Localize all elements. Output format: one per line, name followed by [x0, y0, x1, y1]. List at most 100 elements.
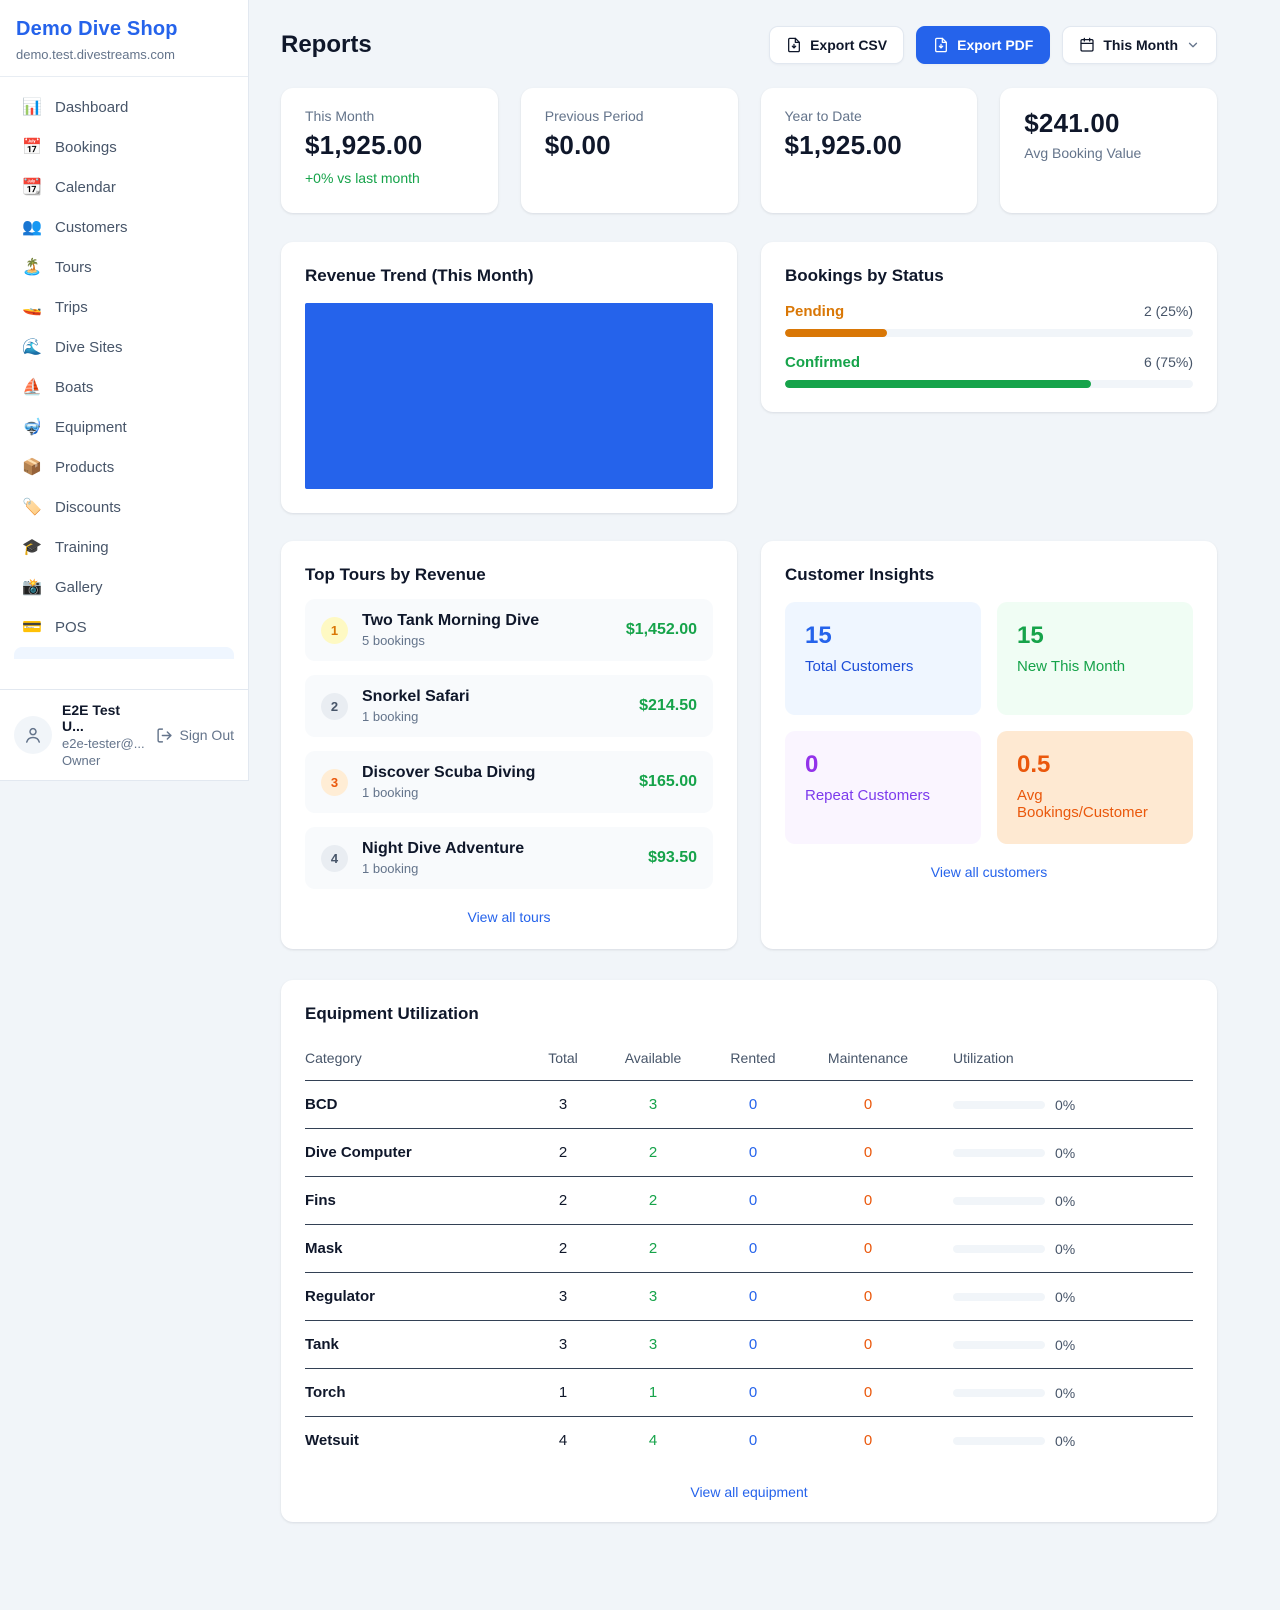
- customers-icon: 👥: [22, 217, 42, 237]
- cell-available: 4: [603, 1432, 703, 1449]
- sidebar: Demo Dive Shop demo.test.divestreams.com…: [0, 0, 249, 781]
- cell-category: Tank: [305, 1336, 523, 1353]
- cell-total: 1: [523, 1384, 603, 1401]
- cell-total: 2: [523, 1240, 603, 1257]
- island-icon: 🏝️: [22, 257, 42, 277]
- export-csv-button[interactable]: Export CSV: [769, 26, 904, 64]
- sidebar-item-training[interactable]: 🎓 Training: [8, 527, 240, 567]
- sidebar-item-label: Calendar: [55, 179, 116, 196]
- tour-revenue: $214.50: [639, 697, 697, 715]
- cell-utilization: 0%: [933, 1097, 1193, 1113]
- utilization-bar: [953, 1101, 1045, 1109]
- view-all-equipment-link[interactable]: View all equipment: [305, 1484, 1193, 1500]
- sidebar-item-label: Bookings: [55, 139, 117, 156]
- tag-icon: 🏷️: [22, 497, 42, 517]
- stat-label: Year to Date: [785, 108, 954, 124]
- sidebar-item-discounts[interactable]: 🏷️ Discounts: [8, 487, 240, 527]
- table-row: Wetsuit 4 4 0 0 0%: [305, 1417, 1193, 1464]
- export-csv-label: Export CSV: [810, 37, 887, 53]
- cell-rented: 0: [703, 1192, 803, 1209]
- sidebar-item-gallery[interactable]: 📸 Gallery: [8, 567, 240, 607]
- cell-maintenance: 0: [803, 1336, 933, 1353]
- period-dropdown[interactable]: This Month: [1062, 26, 1217, 64]
- view-all-customers-link[interactable]: View all customers: [785, 864, 1193, 880]
- tour-revenue: $1,452.00: [626, 621, 697, 639]
- table-header: Category Total Available Rented Maintena…: [305, 1040, 1193, 1081]
- sidebar-item-products[interactable]: 📦 Products: [8, 447, 240, 487]
- sidebar-item-reports-active-partial[interactable]: [14, 647, 234, 659]
- stat-value: $241.00: [1024, 108, 1193, 139]
- cell-available: 3: [603, 1288, 703, 1305]
- utilization-bar: [953, 1341, 1045, 1349]
- sidebar-item-label: Customers: [55, 219, 128, 236]
- sidebar-item-label: Trips: [55, 299, 88, 316]
- insight-value: 0: [805, 751, 961, 779]
- cell-category: Dive Computer: [305, 1144, 523, 1161]
- cell-rented: 0: [703, 1144, 803, 1161]
- cell-rented: 0: [703, 1240, 803, 1257]
- sidebar-item-boats[interactable]: ⛵ Boats: [8, 367, 240, 407]
- sidebar-item-equipment[interactable]: 🤿 Equipment: [8, 407, 240, 447]
- status-label: Confirmed: [785, 354, 860, 371]
- sidebar-item-label: Dive Sites: [55, 339, 123, 356]
- utilization-percent: 0%: [1055, 1097, 1075, 1113]
- stat-label: Avg Booking Value: [1024, 145, 1193, 161]
- cell-maintenance: 0: [803, 1192, 933, 1209]
- cell-total: 3: [523, 1288, 603, 1305]
- speedboat-icon: 🚤: [22, 297, 42, 317]
- stat-label: This Month: [305, 108, 474, 124]
- stat-card-year-to-date: Year to Date $1,925.00: [761, 88, 978, 213]
- status-row-pending: Pending 2 (25%): [785, 303, 1193, 337]
- cell-rented: 0: [703, 1432, 803, 1449]
- sign-out-icon: [156, 727, 173, 744]
- cell-available: 3: [603, 1336, 703, 1353]
- top-tours-panel: Top Tours by Revenue 1 Two Tank Morning …: [281, 541, 737, 949]
- tour-row: 4 Night Dive Adventure 1 booking $93.50: [305, 827, 713, 889]
- tour-name: Discover Scuba Diving: [362, 764, 625, 782]
- sidebar-item-label: Gallery: [55, 579, 103, 596]
- cell-utilization: 0%: [933, 1385, 1193, 1401]
- cell-category: Regulator: [305, 1288, 523, 1305]
- utilization-percent: 0%: [1055, 1289, 1075, 1305]
- sidebar-item-trips[interactable]: 🚤 Trips: [8, 287, 240, 327]
- sidebar-item-dashboard[interactable]: 📊 Dashboard: [8, 87, 240, 127]
- sidebar-item-calendar[interactable]: 📆 Calendar: [8, 167, 240, 207]
- utilization-bar: [953, 1293, 1045, 1301]
- view-all-tours-link[interactable]: View all tours: [305, 909, 713, 925]
- cell-utilization: 0%: [933, 1193, 1193, 1209]
- utilization-percent: 0%: [1055, 1337, 1075, 1353]
- cell-utilization: 0%: [933, 1289, 1193, 1305]
- cell-rented: 0: [703, 1288, 803, 1305]
- sidebar-item-pos[interactable]: 💳 POS: [8, 607, 240, 647]
- cell-category: Mask: [305, 1240, 523, 1257]
- sign-out-button[interactable]: Sign Out: [156, 727, 234, 744]
- bookings-calendar-icon: 📅: [22, 137, 42, 157]
- customer-insights-panel: Customer Insights 15 Total Customers 15 …: [761, 541, 1217, 949]
- column-header-total: Total: [523, 1050, 603, 1066]
- credit-card-icon: 💳: [22, 617, 42, 637]
- rank-badge: 2: [321, 693, 348, 720]
- sidebar-item-bookings[interactable]: 📅 Bookings: [8, 127, 240, 167]
- cell-utilization: 0%: [933, 1145, 1193, 1161]
- status-count: 6 (75%): [1144, 354, 1193, 370]
- file-download-icon: [933, 37, 949, 53]
- sidebar-item-label: Boats: [55, 379, 93, 396]
- cell-maintenance: 0: [803, 1384, 933, 1401]
- stat-card-previous-period: Previous Period $0.00: [521, 88, 738, 213]
- calendar-outline-icon: [1079, 37, 1095, 53]
- sidebar-item-dive-sites[interactable]: 🌊 Dive Sites: [8, 327, 240, 367]
- sidebar-item-tours[interactable]: 🏝️ Tours: [8, 247, 240, 287]
- cell-maintenance: 0: [803, 1432, 933, 1449]
- tour-bookings: 1 booking: [362, 709, 625, 724]
- status-row-confirmed: Confirmed 6 (75%): [785, 354, 1193, 388]
- cell-utilization: 0%: [933, 1241, 1193, 1257]
- rank-badge: 4: [321, 845, 348, 872]
- cell-rented: 0: [703, 1384, 803, 1401]
- cell-utilization: 0%: [933, 1433, 1193, 1449]
- sidebar-item-label: POS: [55, 619, 87, 636]
- column-header-utilization: Utilization: [933, 1050, 1193, 1066]
- sidebar-item-label: Tours: [55, 259, 92, 276]
- sidebar-item-customers[interactable]: 👥 Customers: [8, 207, 240, 247]
- utilization-percent: 0%: [1055, 1385, 1075, 1401]
- export-pdf-button[interactable]: Export PDF: [916, 26, 1050, 64]
